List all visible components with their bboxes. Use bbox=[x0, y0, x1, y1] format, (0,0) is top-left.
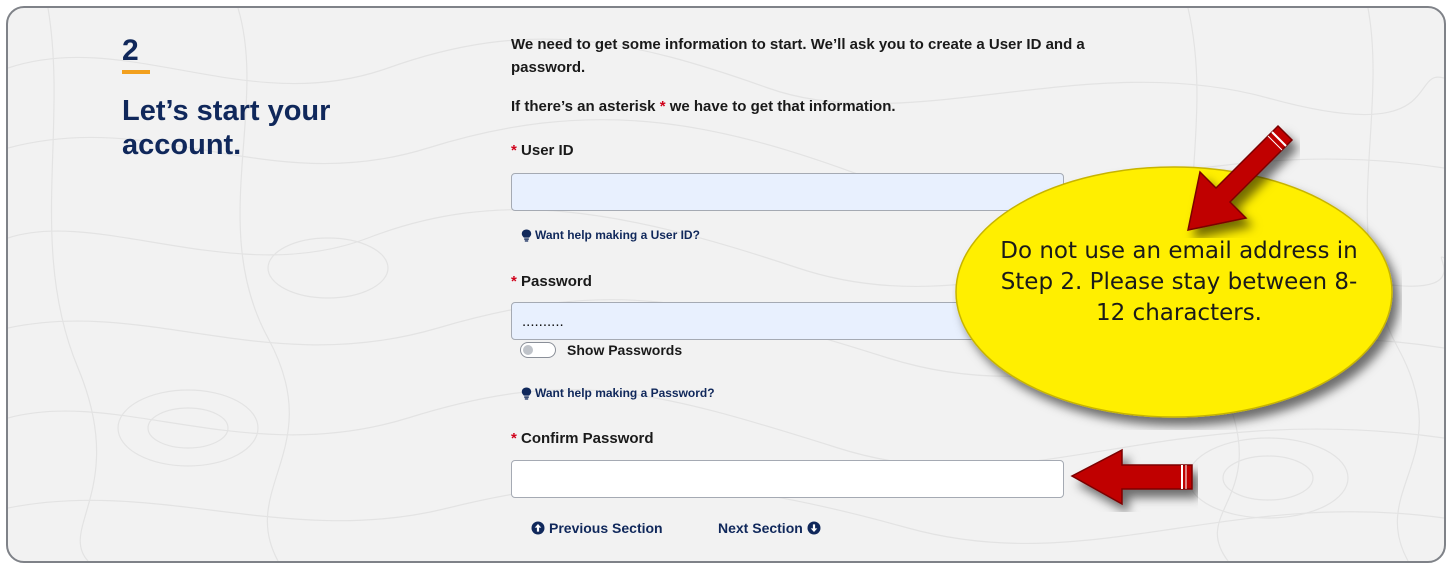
show-passwords-label: Show Passwords bbox=[567, 342, 683, 358]
required-mark: * bbox=[511, 273, 517, 290]
page-title: Let’s start your account. bbox=[122, 95, 331, 161]
step-underline bbox=[122, 70, 150, 74]
required-mark: * bbox=[511, 142, 517, 159]
lightbulb-icon bbox=[521, 229, 532, 242]
user-id-help-link[interactable]: Want help making a User ID? bbox=[521, 228, 700, 242]
lightbulb-icon bbox=[521, 387, 532, 400]
previous-section-label: Previous Section bbox=[549, 520, 663, 536]
show-passwords-toggle-row[interactable]: Show Passwords bbox=[520, 342, 682, 358]
confirm-password-label: * Confirm Password bbox=[511, 430, 654, 447]
asterisk-note: If there’s an asterisk * we have to get … bbox=[511, 98, 896, 115]
red-arrow-pointing-down-left bbox=[1187, 124, 1294, 231]
asterisk-note-before: If there’s an asterisk bbox=[511, 98, 656, 115]
password-label: * Password bbox=[511, 273, 592, 290]
callout-text: Do not use an email address in Step 2. P… bbox=[1000, 238, 1358, 327]
required-mark: * bbox=[511, 430, 517, 447]
password-label-text: Password bbox=[521, 273, 592, 290]
step-number: 2 bbox=[122, 34, 139, 67]
asterisk-symbol: * bbox=[659, 98, 666, 115]
asterisk-note-after: we have to get that information. bbox=[669, 98, 896, 115]
next-section-link[interactable]: Next Section bbox=[718, 520, 821, 536]
user-id-help-text: Want help making a User ID? bbox=[535, 228, 700, 242]
toggle-knob bbox=[523, 345, 533, 355]
password-help-link[interactable]: Want help making a Password? bbox=[521, 386, 715, 400]
intro-text: We need to get some information to start… bbox=[511, 36, 1085, 76]
previous-section-link[interactable]: Previous Section bbox=[531, 520, 663, 536]
user-id-label-text: User ID bbox=[521, 142, 574, 159]
show-passwords-toggle[interactable] bbox=[520, 342, 556, 358]
confirm-password-input[interactable] bbox=[511, 460, 1064, 498]
user-id-label: * User ID bbox=[511, 142, 574, 159]
password-help-text: Want help making a Password? bbox=[535, 386, 715, 400]
next-section-label: Next Section bbox=[718, 520, 803, 536]
circle-arrow-down-icon bbox=[807, 521, 821, 535]
circle-arrow-up-icon bbox=[531, 521, 545, 535]
confirm-password-label-text: Confirm Password bbox=[521, 430, 654, 447]
red-arrow-pointing-left bbox=[1070, 448, 1193, 506]
